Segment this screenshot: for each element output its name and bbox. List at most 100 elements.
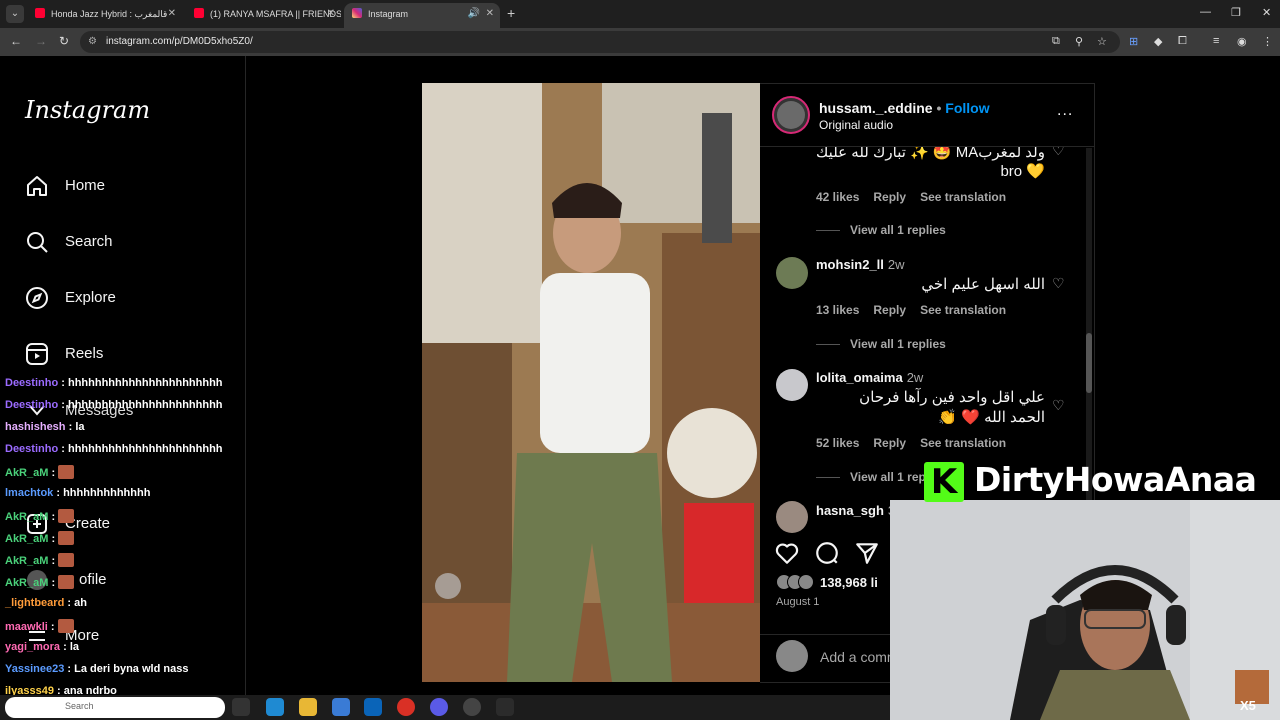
chat-username[interactable]: maawkli bbox=[5, 621, 48, 633]
comment-text-line2: الحمد الله ❤️ 👏 bbox=[938, 409, 1045, 426]
speaker-icon[interactable]: 🔊 bbox=[468, 3, 480, 25]
like-count[interactable]: 138,968 li bbox=[776, 574, 878, 590]
outlook-icon[interactable] bbox=[364, 698, 382, 716]
restore-button[interactable]: ❐ bbox=[1231, 6, 1241, 19]
like-icon[interactable] bbox=[774, 540, 800, 566]
chat-text: : bbox=[51, 577, 56, 589]
taskbar-search[interactable]: Search bbox=[5, 697, 225, 718]
original-audio-link[interactable]: Original audio bbox=[819, 118, 893, 132]
share-icon[interactable] bbox=[854, 540, 880, 566]
search-icon bbox=[27, 232, 48, 253]
store-icon[interactable] bbox=[332, 698, 350, 716]
chat-username[interactable]: yagi_mora bbox=[5, 641, 60, 653]
view-replies-button[interactable]: View all 1 rep bbox=[816, 470, 926, 484]
tagged-user-icon[interactable] bbox=[440, 577, 456, 593]
bookmark-star-icon[interactable]: ☆ bbox=[1097, 35, 1107, 48]
comment-meta: 52 likes Reply See translation bbox=[816, 436, 1020, 450]
view-replies-button[interactable]: View all 1 replies bbox=[816, 223, 946, 237]
chat-username[interactable]: AkR_aM bbox=[5, 555, 48, 567]
comment-header: lolita_omaima 2w bbox=[816, 370, 923, 385]
extension-icon[interactable]: ◆ bbox=[1154, 35, 1162, 48]
minimize-button[interactable]: — bbox=[1200, 6, 1211, 18]
zoom-icon[interactable]: ⚲ bbox=[1075, 35, 1083, 48]
chat-text: : bbox=[51, 533, 56, 545]
browser-menu-icon[interactable]: ⋮ bbox=[1262, 35, 1273, 48]
commenter-avatar[interactable] bbox=[776, 257, 808, 289]
author-avatar[interactable] bbox=[772, 96, 810, 134]
commenter-avatar[interactable] bbox=[776, 501, 808, 533]
comment-like-icon[interactable]: ♡ bbox=[1052, 397, 1065, 414]
media-controls-icon[interactable]: ≡ bbox=[1213, 35, 1219, 47]
close-window-button[interactable]: ✕ bbox=[1262, 6, 1271, 19]
header-separator: • bbox=[936, 100, 942, 116]
edge-icon[interactable] bbox=[266, 698, 284, 716]
chat-username[interactable]: AkR_aM bbox=[5, 467, 48, 479]
reply-button[interactable]: Reply bbox=[873, 190, 906, 204]
chat-username[interactable]: AkR_aM bbox=[5, 533, 48, 545]
see-translation-button[interactable]: See translation bbox=[920, 303, 1006, 317]
add-comment-input[interactable]: Add a comm bbox=[820, 649, 899, 665]
close-tab-icon[interactable]: ✕ bbox=[327, 3, 335, 25]
chat-username[interactable]: Deestinho bbox=[5, 443, 58, 455]
close-tab-icon[interactable]: ✕ bbox=[168, 3, 176, 25]
discord-icon[interactable] bbox=[430, 698, 448, 716]
commenter-username[interactable]: mohsin2_ll bbox=[816, 257, 884, 272]
chat-username[interactable]: Deestinho bbox=[5, 399, 58, 411]
kick-channel-banner: K DirtyHowaAnaa bbox=[918, 460, 1280, 504]
reply-button[interactable]: Reply bbox=[873, 436, 906, 450]
tab-search-button[interactable]: ⌄ bbox=[6, 5, 24, 23]
chat-username[interactable]: Deestinho bbox=[5, 377, 58, 389]
comment-likes[interactable]: 13 likes bbox=[816, 303, 859, 317]
site-info-icon[interactable]: ⚙ bbox=[88, 36, 97, 47]
post-header-line: hussam._.eddine • Follow bbox=[819, 100, 990, 116]
post-options-button[interactable]: ... bbox=[1057, 102, 1073, 120]
instagram-logo[interactable]: Instagram bbox=[25, 96, 150, 124]
chat-username[interactable]: _lightbeard bbox=[5, 597, 64, 609]
extensions-puzzle-icon[interactable]: ⧠ bbox=[1178, 35, 1187, 48]
reply-button[interactable]: Reply bbox=[873, 303, 906, 317]
tab-instagram[interactable]: Instagram 🔊 ✕ bbox=[344, 3, 500, 28]
obs-icon[interactable] bbox=[463, 698, 481, 716]
chat-username[interactable]: hashishesh bbox=[5, 421, 66, 433]
profile-icon[interactable]: ◉ bbox=[1237, 35, 1247, 48]
comment-icon[interactable] bbox=[814, 540, 840, 566]
comment-likes[interactable]: 52 likes bbox=[816, 436, 859, 450]
comment-header: mohsin2_ll 2w bbox=[816, 257, 905, 272]
channel-name: DirtyHowaAnaa bbox=[974, 460, 1257, 499]
back-button[interactable]: ← bbox=[10, 34, 22, 48]
comment-likes[interactable]: 42 likes bbox=[816, 190, 859, 204]
commenter-avatar[interactable] bbox=[776, 369, 808, 401]
scrollbar-thumb[interactable] bbox=[1086, 333, 1092, 393]
comment-like-icon[interactable]: ♡ bbox=[1052, 275, 1065, 292]
see-translation-button[interactable]: See translation bbox=[920, 190, 1006, 204]
tab-honda-jazz[interactable]: Honda Jazz Hybrid : قالمغرب ✕ bbox=[27, 3, 182, 28]
chat-username[interactable]: AkR_aM bbox=[5, 577, 48, 589]
chat-username[interactable]: Yassinee23 bbox=[5, 663, 64, 675]
new-tab-button[interactable]: + bbox=[507, 5, 515, 21]
tab-ranya-msafra[interactable]: (1) RANYA MSAFRA || FRIENDS ✕ bbox=[186, 3, 341, 28]
chat-text: : bbox=[51, 511, 56, 523]
close-tab-icon[interactable]: ✕ bbox=[486, 3, 494, 25]
post-video[interactable] bbox=[422, 83, 760, 682]
chrome-icon[interactable] bbox=[397, 698, 415, 716]
view-replies-button[interactable]: View all 1 replies bbox=[816, 337, 946, 351]
follow-button[interactable]: Follow bbox=[945, 100, 989, 116]
translate-extension-icon[interactable]: ⊞ bbox=[1129, 35, 1138, 48]
taskbar-search-label: Search bbox=[65, 701, 94, 711]
forward-button[interactable]: → bbox=[35, 34, 47, 48]
chat-message: Deestinho : hhhhhhhhhhhhhhhhhhhhhhh bbox=[5, 377, 223, 389]
nav-label: Reels bbox=[65, 345, 104, 362]
capcut-icon[interactable] bbox=[496, 698, 514, 716]
author-username[interactable]: hussam._.eddine bbox=[819, 100, 933, 116]
see-translation-button[interactable]: See translation bbox=[920, 436, 1006, 450]
task-view-icon[interactable] bbox=[232, 698, 250, 716]
chat-username[interactable]: lmachtok bbox=[5, 487, 53, 499]
commenter-username[interactable]: hasna_sgh bbox=[816, 503, 884, 518]
chat-username[interactable]: AkR_aM bbox=[5, 511, 48, 523]
commenter-username[interactable]: lolita_omaima bbox=[816, 370, 903, 385]
install-icon[interactable]: ⧉ bbox=[1052, 35, 1060, 48]
address-bar[interactable]: ⚙ instagram.com/p/DM0D5xho5Z0/ bbox=[80, 31, 1120, 53]
comment-like-icon[interactable]: ♡ bbox=[1052, 147, 1065, 159]
reload-button[interactable]: ↻ bbox=[59, 34, 69, 48]
file-explorer-icon[interactable] bbox=[299, 698, 317, 716]
